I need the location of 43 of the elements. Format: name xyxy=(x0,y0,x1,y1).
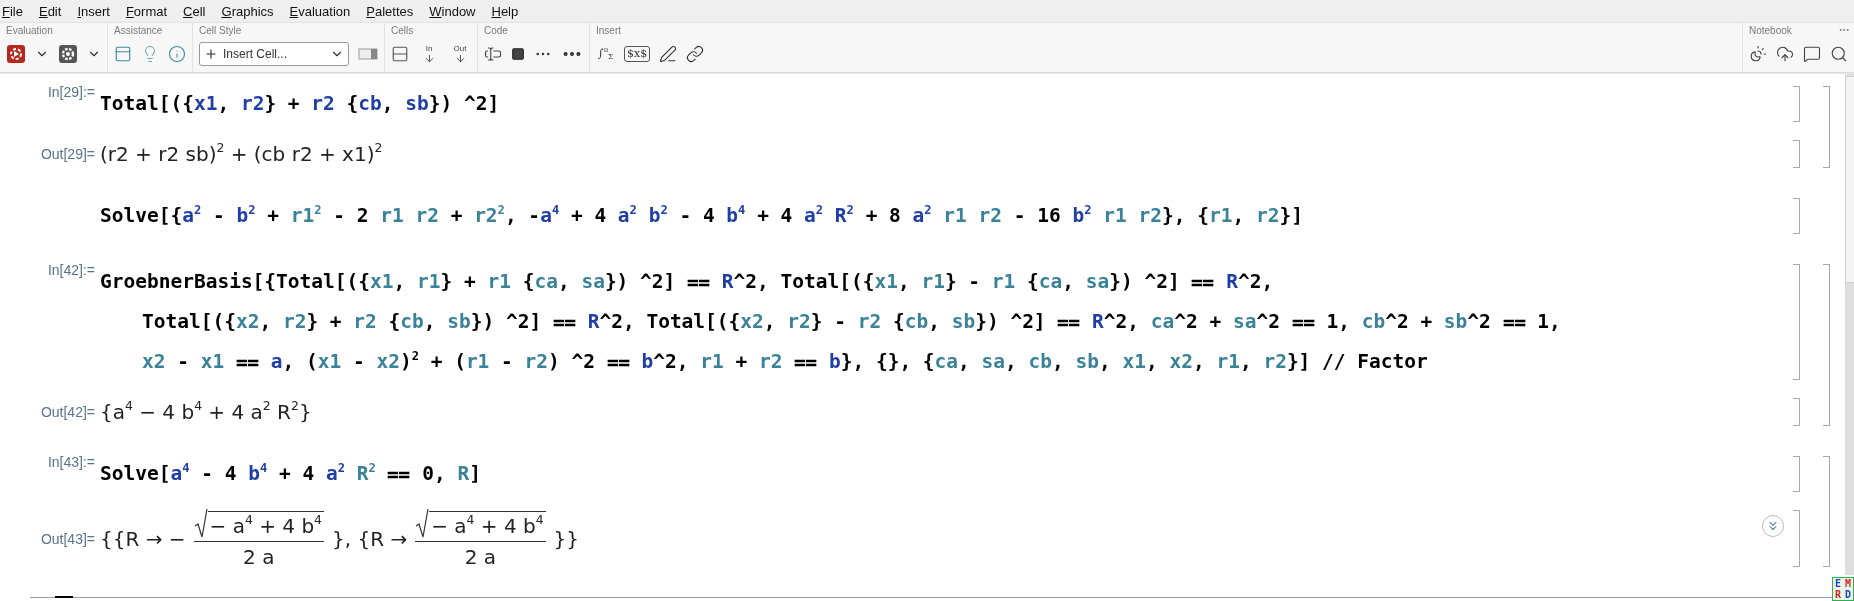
input-code-line[interactable]: x2 - x1 ⩵ a, (x1 - x2)$^{2}$ + (r1 - r2) ^2 ⩵ b^2, r1 + r2 ⩵ b}, {}, {ca, sa, cb, sb, x1, x2, r1, r2}] // Factor xyxy=(100,342,1778,382)
menu-item[interactable]: Format xyxy=(125,3,168,19)
toolbar-group-title: Assistance xyxy=(114,25,163,38)
toolbar-group-title: Cells xyxy=(391,25,414,38)
menu-item[interactable]: Graphics xyxy=(221,3,274,19)
input-code-line[interactable]: Solve[a$^{4}$ - 4 b$^{4}$ + 4 a$^{2}$ R$^{2}$ ⩵ 0, R] xyxy=(100,454,1778,494)
in-button[interactable]: In xyxy=(418,44,440,64)
toolbar-group-title: Cell Style xyxy=(199,25,242,38)
menu-item[interactable]: Palettes xyxy=(366,3,414,19)
input-code-line[interactable]: Total[({x2, r2} + r2 {cb, sb}) ^2] ⩵ R^2, Total[({x2, r2} - r2 {cb, sb}) ^2] ⩵ R^2, ca^2 + sa^2 ⩵ 1, cb^2 + sb^2 ⩵ 1, xyxy=(100,302,1778,342)
cell-label: In[43]:= xyxy=(46,454,96,470)
math-text: {{R → − xyxy=(100,525,186,553)
numerator: − a$^{4}$ + 4 b$^{4}$ xyxy=(429,511,546,538)
input-code-line[interactable]: Total[({x1, r2} + r2 {cb, sb}) ^2] xyxy=(100,84,1778,124)
cell-label: In[29]:= xyxy=(46,84,96,100)
input-code-line[interactable]: GroebnerBasis[{Total[({x1, r1} + r1 {ca, sa}) ^2] ⩵ R^2, Total[({x1, r1} - r1 {ca, sa}) ^2] ⩵ R^2, xyxy=(100,262,1778,302)
tex-button[interactable]: $x$ xyxy=(624,46,651,62)
toolbar-group-title: Insert xyxy=(596,25,621,38)
math-text: }, {R → xyxy=(332,525,408,553)
menu-item[interactable]: Insert xyxy=(77,3,110,19)
cell-style-dropdown[interactable]: Insert Cell... xyxy=(199,42,349,66)
out-button[interactable]: Out xyxy=(449,44,471,64)
cell-label: Out[29]= xyxy=(39,146,96,162)
math-text: (r2 + r2 sb)$^{2}$ + (cb r2 + x1)$^{2}$ xyxy=(100,139,383,168)
menu-item[interactable]: Evaluation xyxy=(289,3,351,19)
menu-item[interactable]: Window xyxy=(429,3,476,19)
input-code-line[interactable]: Solve[{a$^{2}$ - b$^{2}$ + r1$^{2}$ - 2 r1 r2 + r2$^{2}$, -a$^{4}$ + 4 a$^{2}$ b$^{2}$ - 4 b$^{4}$ + 4 a$^{2}$ R$^{2}$ + 8 a$^{2}$ r1 r2 - 16 b$^{2}$ r1 r2}, {r1, r2}] xyxy=(100,196,1778,236)
corner-badge: E M R D xyxy=(1832,577,1854,601)
numerator: − a$^{4}$ + 4 b$^{4}$ xyxy=(207,511,324,538)
toolbar-group-title: Notebook xyxy=(1749,25,1792,38)
math-text: {a$^{4}$ − 4 b$^{4}$ + 4 a$^{2}$ R$^{2}$} xyxy=(100,397,312,426)
math-text: }} xyxy=(553,525,580,553)
menu-item[interactable]: Edit xyxy=(38,3,62,19)
cell-label: In[42]:= xyxy=(46,262,96,278)
menu-item[interactable]: Cell xyxy=(183,3,206,19)
menu-item[interactable]: File xyxy=(2,3,23,19)
toolbar-group-title: Code xyxy=(484,25,508,38)
denominator: 2 a xyxy=(243,545,275,569)
menu-item[interactable]: Help xyxy=(491,3,519,19)
denominator: 2 a xyxy=(464,545,497,569)
cell-label: Out[43]= xyxy=(39,530,96,547)
cell-label: Out[42]= xyxy=(39,404,96,420)
toolbar-group-title: Evaluation xyxy=(6,25,53,38)
